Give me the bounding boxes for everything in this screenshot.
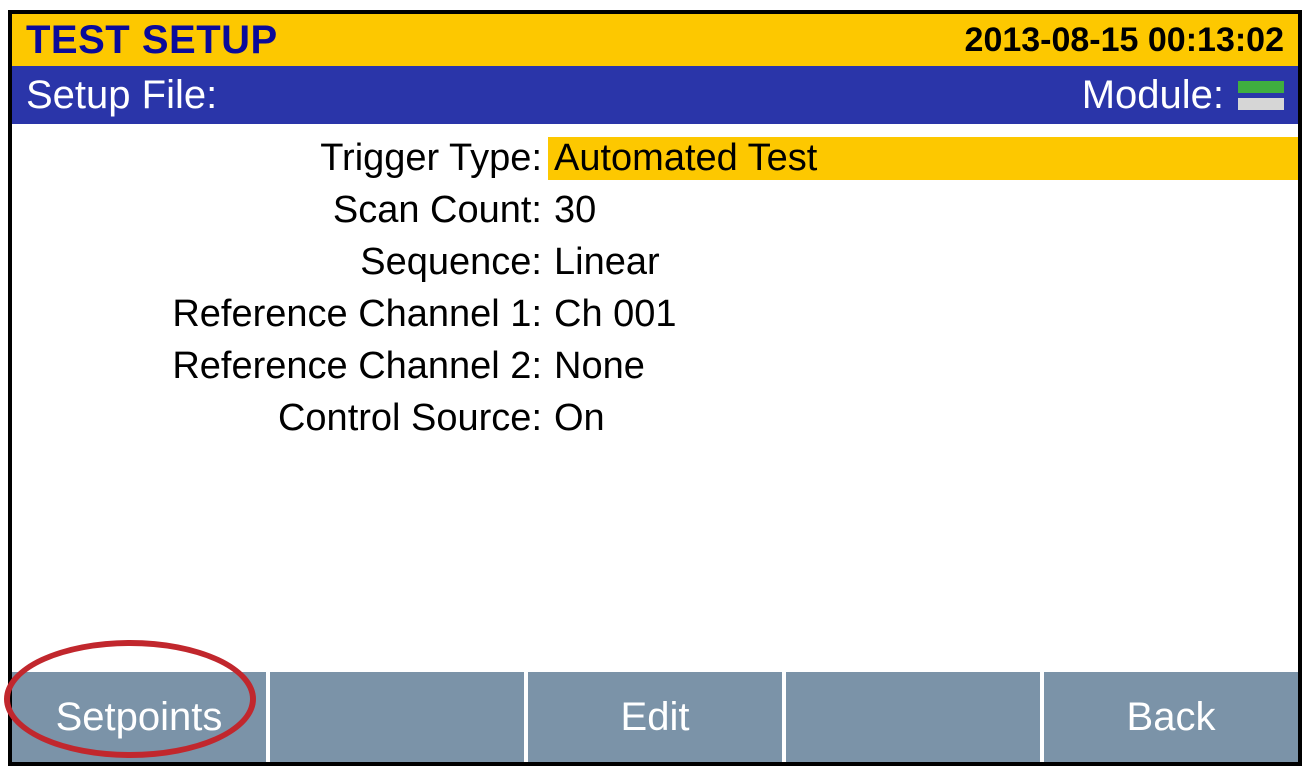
row-ref-channel-1[interactable]: Reference Channel 1: Ch 001: [12, 288, 1298, 340]
label-trigger-type: Trigger Type:: [12, 137, 548, 180]
row-control-source[interactable]: Control Source: On: [12, 392, 1298, 444]
value-control-source: On: [548, 397, 1298, 440]
softkey-f4[interactable]: [786, 672, 1040, 762]
title-bar: TEST SETUP 2013-08-15 00:13:02: [12, 14, 1298, 66]
value-scan-count: 30: [548, 189, 1298, 232]
timestamp: 2013-08-15 00:13:02: [965, 21, 1284, 60]
softkey-back[interactable]: Back: [1044, 672, 1298, 762]
module-label: Module:: [1082, 73, 1224, 118]
screen-title: TEST SETUP: [26, 18, 278, 63]
softkey-setpoints[interactable]: Setpoints: [12, 672, 266, 762]
softkey-edit[interactable]: Edit: [528, 672, 782, 762]
screen: TEST SETUP 2013-08-15 00:13:02 Setup Fil…: [8, 10, 1302, 766]
softkey-bar: Setpoints Edit Back: [12, 672, 1298, 762]
row-scan-count[interactable]: Scan Count: 30: [12, 184, 1298, 236]
value-sequence: Linear: [548, 241, 1298, 284]
label-scan-count: Scan Count:: [12, 189, 548, 232]
label-ref-channel-1: Reference Channel 1:: [12, 293, 548, 336]
module-bar-inactive: [1238, 98, 1284, 110]
label-ref-channel-2: Reference Channel 2:: [12, 345, 548, 388]
softkey-f2[interactable]: [270, 672, 524, 762]
sub-bar: Setup File: Module:: [12, 66, 1298, 124]
label-control-source: Control Source:: [12, 397, 548, 440]
content-area: Trigger Type: Automated Test Scan Count:…: [12, 124, 1298, 672]
row-ref-channel-2[interactable]: Reference Channel 2: None: [12, 340, 1298, 392]
module-bar-active: [1238, 81, 1284, 93]
value-ref-channel-2: None: [548, 345, 1298, 388]
row-trigger-type[interactable]: Trigger Type: Automated Test: [12, 132, 1298, 184]
value-trigger-type: Automated Test: [548, 137, 1298, 180]
label-sequence: Sequence:: [12, 241, 548, 284]
row-sequence[interactable]: Sequence: Linear: [12, 236, 1298, 288]
setup-file-label: Setup File:: [26, 73, 217, 118]
module-status-icon: [1238, 81, 1284, 110]
value-ref-channel-1: Ch 001: [548, 293, 1298, 336]
